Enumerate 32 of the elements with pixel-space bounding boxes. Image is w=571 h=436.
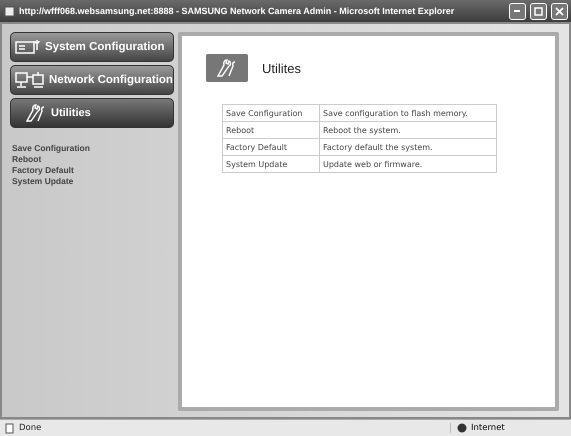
maximize-icon: [534, 6, 543, 16]
table-cell: Factory default the system.: [320, 138, 496, 156]
window-title: http://wfff068.websamsung.net:8888 - SAMSUNG Network Camera Admin - Microsoft Internet Explorer: [19, 6, 456, 16]
table-cell: Reboot: [222, 122, 320, 138]
wrench-icon: [25, 104, 47, 122]
minimize-button[interactable]: [509, 2, 526, 20]
zone-text: Internet: [471, 423, 505, 433]
menu-button[interactable]: System Configuration: [10, 32, 174, 62]
page-icon: [4, 6, 15, 16]
globe-icon: [457, 423, 467, 433]
page-heading: Utilites: [262, 60, 302, 76]
close-button[interactable]: [551, 2, 568, 20]
maximize-button[interactable]: [530, 2, 547, 20]
menu-button[interactable]: Utilities: [10, 98, 174, 128]
close-icon: [555, 6, 564, 16]
wrench-icon: [206, 54, 248, 82]
device-icon: [15, 39, 41, 55]
sidebar-link[interactable]: Factory Default: [12, 165, 74, 176]
table-cell: Update web or firmware.: [320, 156, 496, 172]
minimize-icon: [514, 10, 521, 12]
table-cell: Save configuration to flash memory.: [320, 104, 496, 122]
sidebar-link[interactable]: Reboot: [12, 154, 42, 165]
status-text: Done: [19, 423, 42, 433]
table-cell: System Update: [222, 156, 320, 172]
menu-button[interactable]: Network Configuration: [10, 65, 174, 95]
table-cell: Save Configuration: [222, 104, 320, 122]
sidebar-link[interactable]: System Update: [12, 176, 74, 187]
computers-icon: [15, 71, 45, 89]
page-icon: [4, 422, 15, 434]
table-cell: Reboot the system.: [320, 122, 496, 138]
sidebar-link[interactable]: Save Configuration: [12, 143, 90, 154]
table-cell: Factory Default: [222, 138, 320, 156]
